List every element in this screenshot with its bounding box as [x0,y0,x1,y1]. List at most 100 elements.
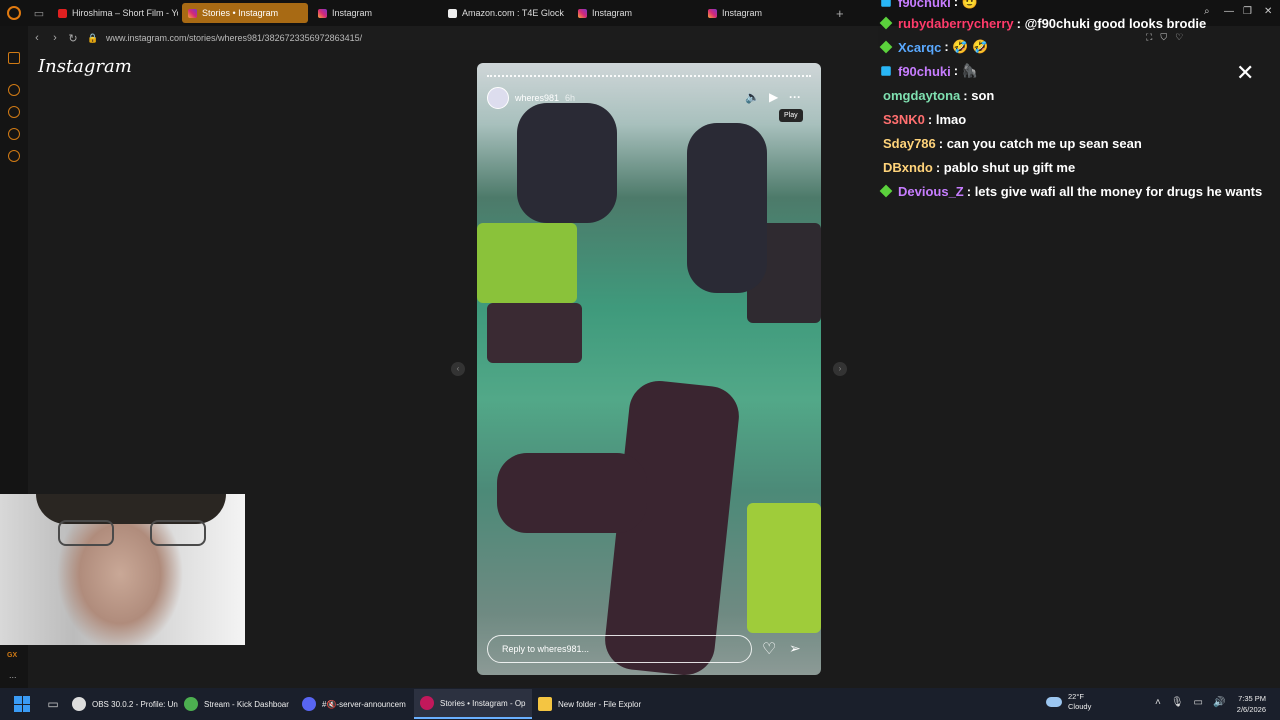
cube-badge-icon [881,0,891,7]
new-tab-button[interactable]: + [836,6,844,21]
chat-text: : lmao [927,111,967,127]
chevron-up-icon[interactable]: ˄ [1155,697,1161,708]
folder-icon [538,697,552,711]
youtube-icon [58,8,67,18]
diamond-badge-icon [879,184,893,198]
url-field[interactable]: www.instagram.com/stories/wheres981/3826… [106,33,362,43]
windows-start-icon[interactable] [14,696,30,712]
tab-instagram[interactable]: Instagram [312,3,438,23]
volume-icon[interactable]: 🔊 [1213,697,1225,708]
cloud-icon [1046,697,1062,707]
play-icon[interactable]: ▶ [769,90,778,104]
weather-temp: 22°F [1068,692,1084,701]
discord-icon [302,697,316,711]
cube-badge-icon [881,66,891,76]
chat-username[interactable]: omgdaytona [883,88,960,103]
play-tooltip: Play [779,109,803,122]
tab-instagram-3[interactable]: Instagram [702,3,828,23]
chat-text: : son [963,87,995,103]
seat-image [477,223,577,303]
tab-amazon[interactable]: Amazon.com : T4E Glock [442,3,568,23]
story-header: wheres981 6h [487,87,575,109]
gx-corner-icon[interactable]: GX [7,652,17,659]
story-time: 6h [565,93,576,103]
instagram-icon [318,8,327,18]
like-heart-icon[interactable]: ♡ [762,639,776,659]
chat-message: omgdaytona: son [880,85,994,105]
chat-text: : 🫡 [953,0,978,9]
webcam-glasses [58,520,114,546]
story-progress-bar [487,75,811,77]
chat-username[interactable]: f90chuki [898,0,951,10]
screen: ▭ Hiroshima – Short Film - Yo Stories • … [0,0,1280,720]
chat-message: f90chuki: 🦍 [880,61,978,81]
avatar[interactable] [487,87,509,109]
opera-gx-icon [420,696,434,710]
mute-icon[interactable]: 🔈 [745,90,760,104]
taskbar-item-chrome[interactable]: Stream - Kick Dashboar [178,689,296,719]
windows-taskbar: ▭ OBS 30.0.2 - Profile: Unt Stream - Kic… [0,688,1280,720]
history-icon[interactable] [8,106,20,118]
taskbar-item-obs[interactable]: OBS 30.0.2 - Profile: Unt [66,689,178,719]
diamond-badge-icon [879,16,893,30]
instagram-icon [578,8,587,18]
person-image [687,123,767,293]
microphone-icon[interactable]: 🎙 [1171,697,1184,708]
reload-icon[interactable]: ↻ [64,32,82,45]
chat-username[interactable]: Xcarqc [898,40,941,55]
weather-widget[interactable]: 22°F Cloudy [1046,692,1091,712]
more-options-icon[interactable]: ··· [789,90,801,104]
chat-username[interactable]: Devious_Z [898,184,964,199]
weather-desc: Cloudy [1068,702,1092,711]
task-view-icon[interactable]: ▭ [40,691,66,717]
stream-chat-overlay: f90chuki: 🫡 rubydaberrycherry: @f90chuki … [879,0,1280,210]
chrome-icon [184,697,198,711]
tab-youtube[interactable]: Hiroshima – Short Film - Yo [52,3,178,23]
forward-icon[interactable]: › [46,32,64,44]
address-bar: ‹ › ↻ 🔒 www.instagram.com/stories/wheres… [28,26,878,50]
more-icon[interactable]: ... [9,670,17,680]
tab-overview-icon[interactable]: ▭ [28,0,50,26]
chat-username[interactable]: Sday786 [883,136,936,151]
instagram-logo[interactable]: Instagram [38,56,132,77]
opera-logo-icon[interactable] [0,0,28,26]
tab-instagram-2[interactable]: Instagram [572,3,698,23]
instagram-icon [708,8,717,18]
webcam-glasses [150,520,206,546]
chat-text: : pablo shut up gift me [935,159,1076,175]
clock[interactable]: 7:35 PM 2/6/2026 [1226,693,1266,715]
tab-stories-instagram[interactable]: Stories • Instagram [182,3,308,23]
settings-gear-icon[interactable] [8,150,20,162]
legs-image [497,453,647,533]
extensions-icon[interactable] [8,128,20,140]
obs-icon [72,697,86,711]
reply-input[interactable]: Reply to wheres981... [487,635,752,663]
previous-story-button[interactable]: ‹ [451,362,465,376]
chat-message: DBxndo: pablo shut up gift me [880,157,1075,177]
taskbar-item-discord[interactable]: #🔇-server-announcem [296,689,414,719]
chat-message: Sday786: can you catch me up sean sean [880,133,1142,153]
back-icon[interactable]: ‹ [28,32,46,44]
taskbar-item-opera[interactable]: Stories • Instagram - Op [414,689,532,719]
pinboard-icon[interactable] [8,52,20,64]
lock-icon[interactable]: 🔒 [86,33,100,44]
seat-image [747,503,821,633]
chat-message: rubydaberrycherry: @f90chuki good looks … [879,13,1206,33]
amazon-icon [448,8,457,18]
diamond-badge-icon [879,40,893,54]
taskbar-item-explorer[interactable]: New folder - File Explor [532,689,650,719]
chat-message: Devious_Z: lets give wafi all the money … [879,181,1262,201]
chat-username[interactable]: S3NK0 [883,112,925,127]
chat-message: f90chuki: 🫡 [880,0,978,12]
chat-username[interactable]: rubydaberrycherry [898,16,1014,31]
next-story-button[interactable]: › [833,362,847,376]
story-username[interactable]: wheres981 [515,93,559,103]
send-icon[interactable]: ➢ [789,640,801,657]
chat-text: : can you catch me up sean sean [938,135,1142,151]
network-icon[interactable]: ▭ [1194,697,1203,708]
story-viewer[interactable]: wheres981 6h 🔈 ▶ ··· Play Reply to where… [477,63,821,675]
chat-username[interactable]: DBxndo [883,160,933,175]
player-icon[interactable] [8,84,20,96]
chat-username[interactable]: f90chuki [898,64,951,79]
person-image [517,103,617,223]
